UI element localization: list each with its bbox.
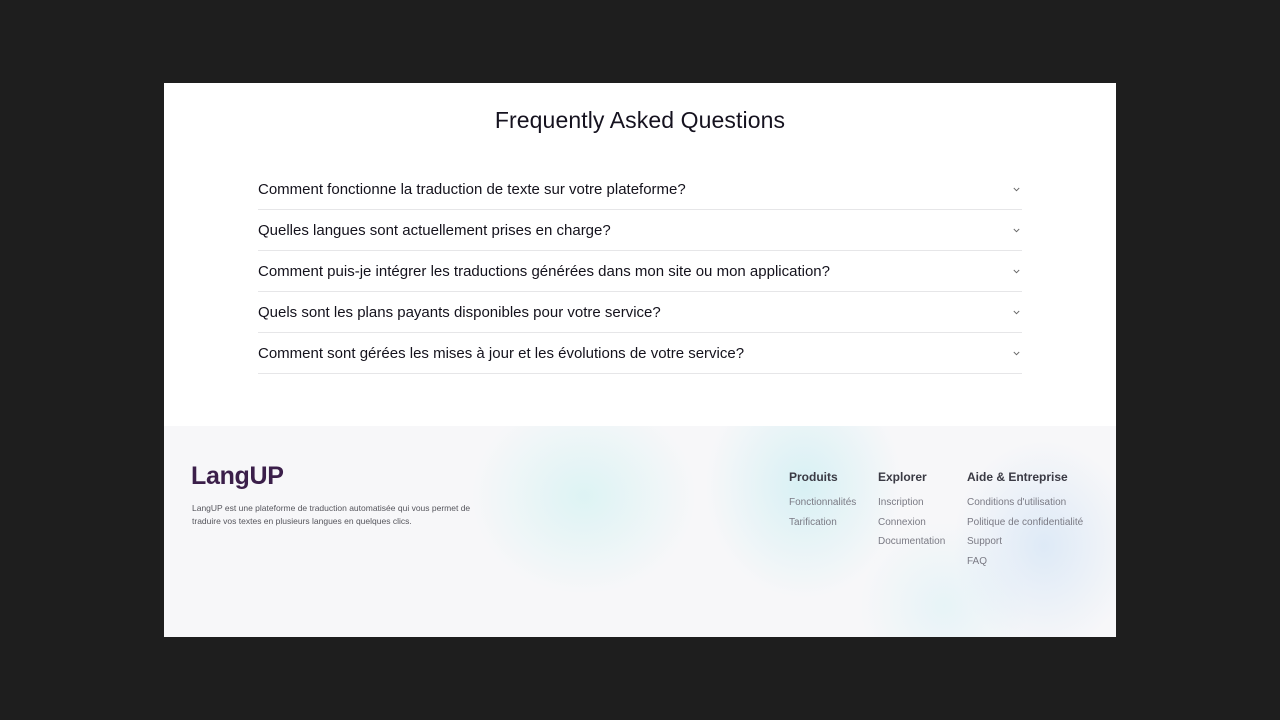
faq-title: Frequently Asked Questions xyxy=(494,107,786,133)
footer-link-connexion[interactable]: Connexion xyxy=(878,516,945,529)
brand-description: LangUP est une plateforme de traduction … xyxy=(192,503,471,526)
footer-link-fonctionnalites[interactable]: Fonctionnalités xyxy=(789,496,856,509)
footer: LangUP LangUP est une plateforme de trad… xyxy=(164,426,1116,637)
footer-column-produits: Produits Fonctionnalités Tarification xyxy=(789,470,856,535)
faq-item[interactable]: Comment sont gérées les mises à jour et … xyxy=(258,333,1022,374)
chevron-down-icon[interactable] xyxy=(1012,267,1020,275)
footer-link-confidentialite[interactable]: Politique de confidentialité xyxy=(967,516,1083,529)
faq-list: Comment fonctionne la traduction de text… xyxy=(258,169,1022,374)
footer-column-aide-entreprise: Aide & Entreprise Conditions d'utilisati… xyxy=(967,470,1083,574)
footer-link-documentation[interactable]: Documentation xyxy=(878,535,945,548)
faq-item[interactable]: Comment fonctionne la traduction de text… xyxy=(258,169,1022,210)
chevron-down-icon[interactable] xyxy=(1012,185,1020,193)
faq-item[interactable]: Quelles langues sont actuellement prises… xyxy=(258,210,1022,251)
faq-question: Comment sont gérées les mises à jour et … xyxy=(258,344,745,362)
chevron-down-icon[interactable] xyxy=(1012,349,1020,357)
footer-column-explorer: Explorer Inscription Connexion Documenta… xyxy=(878,470,945,555)
footer-column-title: Produits xyxy=(789,470,838,484)
page: Frequently Asked Questions Comment fonct… xyxy=(164,83,1116,637)
brand-logo[interactable]: LangUP xyxy=(191,462,284,491)
footer-column-title: Aide & Entreprise xyxy=(967,470,1068,484)
footer-link-inscription[interactable]: Inscription xyxy=(878,496,945,509)
faq-question: Comment fonctionne la traduction de text… xyxy=(258,180,686,198)
footer-link-tarification[interactable]: Tarification xyxy=(789,516,856,529)
faq-question: Quelles langues sont actuellement prises… xyxy=(258,221,611,239)
footer-link-conditions[interactable]: Conditions d'utilisation xyxy=(967,496,1083,509)
faq-question: Comment puis-je intégrer les traductions… xyxy=(258,262,830,280)
faq-item[interactable]: Comment puis-je intégrer les traductions… xyxy=(258,251,1022,292)
footer-link-faq[interactable]: FAQ xyxy=(967,555,1083,568)
footer-column-title: Explorer xyxy=(878,470,927,484)
faq-question: Quels sont les plans payants disponibles… xyxy=(258,303,661,321)
chevron-down-icon[interactable] xyxy=(1012,308,1020,316)
footer-link-support[interactable]: Support xyxy=(967,535,1083,548)
chevron-down-icon[interactable] xyxy=(1012,226,1020,234)
faq-item[interactable]: Quels sont les plans payants disponibles… xyxy=(258,292,1022,333)
